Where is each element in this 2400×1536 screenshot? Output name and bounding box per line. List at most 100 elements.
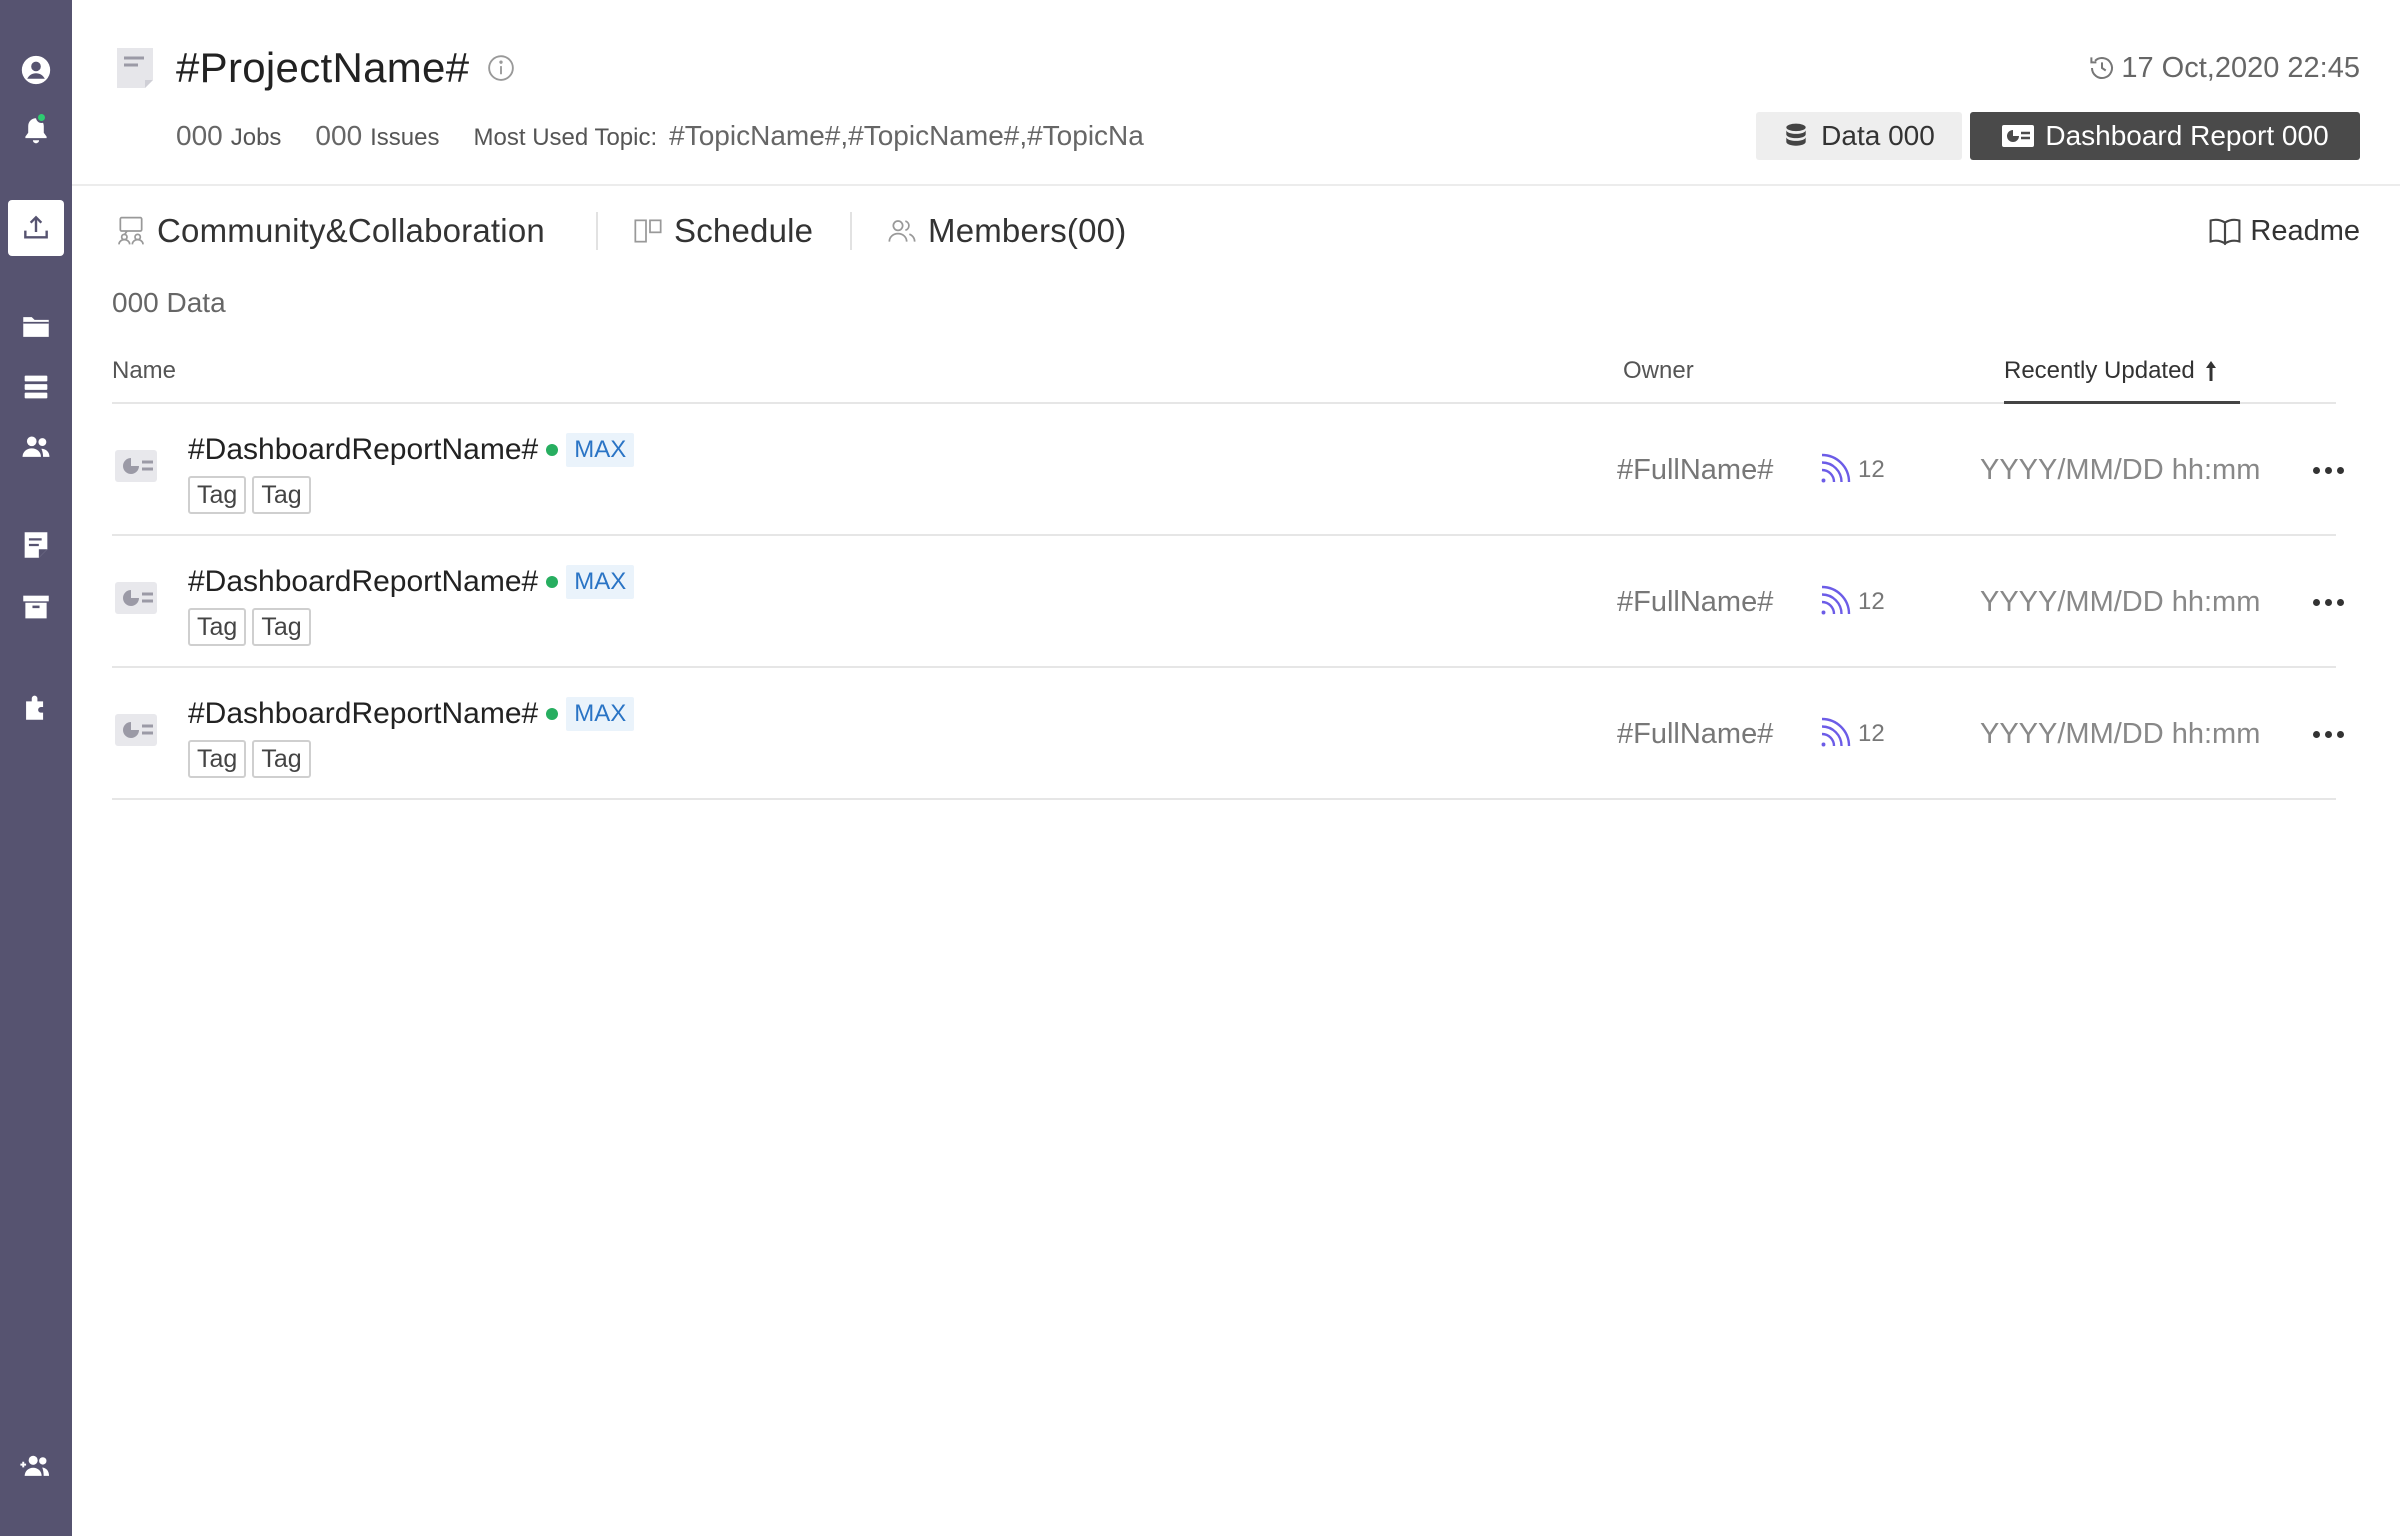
project-header: #ProjectName# 17 Oct,2020 22:45 000 Jobs … [72,0,2400,186]
data-button[interactable]: Data 000 [1756,112,1962,160]
document-nav-button[interactable] [0,518,72,572]
members-icon [888,220,916,242]
more-actions-button[interactable] [2308,454,2348,486]
archive-nav-button[interactable] [0,580,72,634]
tab-divider [850,212,852,250]
updated-time: YYYY/MM/DD hh:mm [1980,586,2261,618]
table-row[interactable]: #DashboardReportName# MAX Tag Tag #FullN… [112,536,2344,668]
database-icon [24,375,48,399]
document-icon [24,532,48,558]
folder-icon [23,317,49,337]
tag-list: Tag Tag [188,476,311,514]
report-button-label: Dashboard Report 000 [2045,120,2329,151]
issues-stat[interactable]: 000 Issues [315,116,439,158]
report-name[interactable]: #DashboardReportName# [188,430,538,470]
owner-name[interactable]: #FullName# [1617,582,1773,622]
plugins-nav-button[interactable] [0,680,72,734]
tag[interactable]: Tag [252,476,311,514]
community-icon [118,216,144,245]
column-updated-label: Recently Updated [2004,357,2195,384]
subscriber-count: 12 [1858,588,1885,615]
max-badge: MAX [566,565,635,599]
more-actions-button[interactable] [2308,586,2348,618]
book-icon [2209,218,2241,246]
sidebar [0,0,72,1536]
status-dot [546,576,559,588]
subscribers[interactable]: 12 [1816,452,1885,488]
table-row[interactable]: #DashboardReportName# MAX Tag Tag #FullN… [112,668,2344,800]
tag-list: Tag Tag [188,608,311,646]
column-name[interactable]: Name [112,356,176,386]
more-dot [2336,598,2344,606]
archive-icon [23,595,49,619]
puzzle-icon [26,695,44,720]
folder-nav-button[interactable] [0,300,72,354]
jobs-stat[interactable]: 000 Jobs [176,116,281,158]
updated-time: YYYY/MM/DD hh:mm [1980,454,2261,486]
more-dot [2312,598,2320,606]
project-icon [117,48,153,88]
tag[interactable]: Tag [252,608,311,646]
column-owner[interactable]: Owner [1623,356,1694,386]
readme-link[interactable]: Readme [2208,208,2360,254]
data-count: 000 Data [112,287,226,318]
rss-icon [1821,717,1851,747]
report-name-group: #DashboardReportName# MAX [188,562,635,602]
tab-community[interactable]: Community&Collaboration [115,206,545,256]
database-icon [1786,123,1806,146]
dashboard-report-icon [115,450,157,482]
users-icon [22,436,50,457]
status-dot [546,444,559,456]
status-dot [546,708,559,720]
subscribers[interactable]: 12 [1816,716,1885,752]
issues-count: 000 [315,120,363,151]
column-recently-updated[interactable]: Recently Updated [2004,356,2240,404]
more-dot [2324,730,2332,738]
tab-schedule[interactable]: Schedule [632,206,813,256]
tag[interactable]: Tag [252,740,311,778]
user-circle-icon [21,55,51,85]
dashboard-report-icon [115,582,157,614]
page-title: #ProjectName# [176,44,470,91]
tab-schedule-label: Schedule [674,212,814,249]
notifications-nav-button[interactable] [0,104,72,158]
report-name-group: #DashboardReportName# MAX [188,694,635,734]
more-dot [2312,730,2320,738]
topic-label: Most Used Topic: [473,124,658,151]
tab-members[interactable]: Members(00) [886,206,1126,256]
issues-label: Issues [370,124,440,151]
tag[interactable]: Tag [188,608,247,646]
last-modified: 17 Oct,2020 22:45 [2087,48,2360,88]
tab-members-label: Members(00) [928,212,1127,249]
tag[interactable]: Tag [188,476,247,514]
max-badge: MAX [566,433,635,467]
add-user-icon [20,1455,50,1476]
database-nav-button[interactable] [0,360,72,414]
add-member-nav-button[interactable] [0,1439,72,1493]
table-row[interactable]: #DashboardReportName# MAX Tag Tag #FullN… [112,404,2344,536]
owner-name[interactable]: #FullName# [1617,450,1773,490]
more-dot [2336,466,2344,474]
dashboard-report-icon [2002,125,2035,147]
tag-list: Tag Tag [188,740,311,778]
report-name[interactable]: #DashboardReportName# [188,694,538,734]
more-dot [2324,466,2332,474]
info-icon[interactable] [486,53,516,83]
owner-name[interactable]: #FullName# [1617,714,1773,754]
profile-nav-button[interactable] [0,43,72,97]
data-button-label: Data 000 [1821,120,1935,151]
more-dot [2312,466,2320,474]
subscriber-count: 12 [1858,720,1885,747]
report-name[interactable]: #DashboardReportName# [188,562,538,602]
schedule-icon [634,219,662,243]
more-actions-button[interactable] [2308,718,2348,750]
users-nav-button[interactable] [0,420,72,474]
more-dot [2336,730,2344,738]
upload-nav-button[interactable] [8,200,64,256]
tag[interactable]: Tag [188,740,247,778]
dashboard-report-icon [115,714,157,746]
dashboard-report-button[interactable]: Dashboard Report 000 [1970,112,2360,160]
subscribers[interactable]: 12 [1816,584,1885,620]
jobs-label: Jobs [230,124,282,151]
more-dot [2324,598,2332,606]
